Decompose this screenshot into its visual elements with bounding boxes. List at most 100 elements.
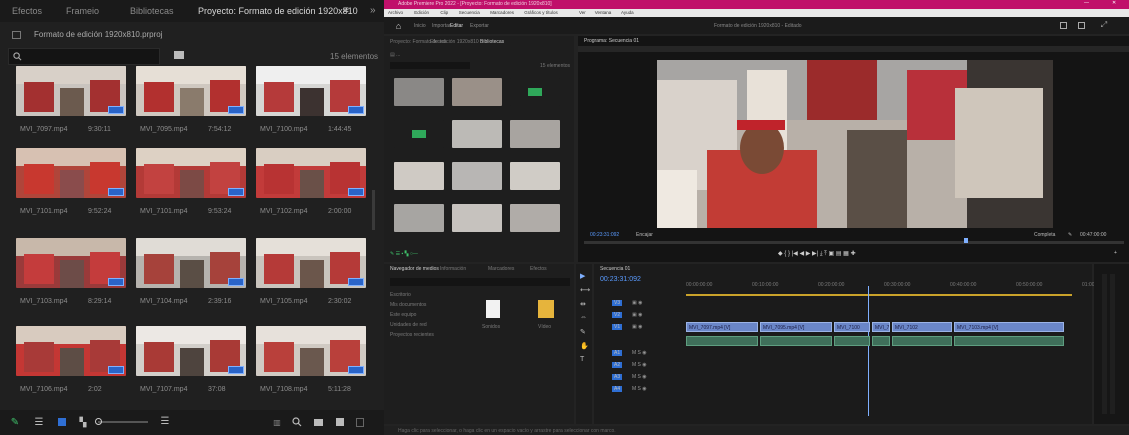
menu-item[interactable]: Clip: [440, 10, 448, 15]
slip-tool-icon[interactable]: ⇔: [580, 314, 587, 321]
workspace-tab[interactable]: Editar: [450, 23, 463, 29]
mini-clip-thumbnail[interactable]: [394, 120, 444, 148]
timeline-video-clip[interactable]: MVI_7095.mp4 [V]: [760, 322, 832, 332]
video-track-header[interactable]: V1 ▣ ◉: [594, 322, 684, 332]
find-icon[interactable]: [292, 417, 302, 427]
track-label[interactable]: V2: [612, 312, 623, 318]
workspace-icon[interactable]: [1060, 22, 1067, 29]
panel-menu-icon[interactable]: ≡: [343, 5, 349, 16]
mini-clip-thumbnail[interactable]: [452, 78, 502, 106]
time-ruler[interactable]: 00:00:00:00 00:10:00:00 00:20:00:00 00:30:0…: [686, 282, 1095, 290]
trash-icon[interactable]: [356, 418, 364, 427]
scrollbar[interactable]: [372, 190, 375, 230]
timeline-audio-clip[interactable]: [686, 336, 758, 346]
clip-name[interactable]: MVI_7100.mp4: [260, 126, 307, 133]
mini-clip-thumbnail[interactable]: [452, 120, 502, 148]
mini-clip-thumbnail[interactable]: [394, 162, 444, 190]
timeline-audio-clip[interactable]: [954, 336, 1064, 346]
menu-item[interactable]: Ver: [579, 10, 586, 15]
clip-thumbnail[interactable]: [256, 66, 366, 116]
track-label[interactable]: A2: [612, 362, 623, 368]
workspace-tab[interactable]: Importar: [432, 23, 451, 29]
mini-clip-thumbnail[interactable]: [510, 162, 560, 190]
folder-icon[interactable]: [314, 419, 323, 426]
timeline-timecode[interactable]: 00:23:31:092: [600, 276, 641, 283]
tab-project[interactable]: Proyecto: Formato de edición 1920x810: [198, 6, 358, 16]
menu-item[interactable]: Gráficos y títulos: [524, 10, 558, 15]
ripple-edit-icon[interactable]: ⇹: [580, 300, 586, 308]
clip-name[interactable]: MVI_7102.mp4: [260, 208, 307, 215]
clip-thumbnail[interactable]: [256, 148, 366, 198]
pen-tool-icon[interactable]: ✎: [580, 328, 586, 336]
settings-icon[interactable]: ✎: [1068, 232, 1072, 238]
track-toggle-icons[interactable]: ▣ ◉: [632, 324, 642, 330]
tab-effects[interactable]: Efectos: [12, 6, 42, 16]
clip-name[interactable]: MVI_7107.mp4: [140, 386, 187, 393]
mini-tab[interactable]: Bibliotecas: [480, 39, 504, 45]
clip-thumbnail[interactable]: [16, 148, 126, 198]
mini-search-input[interactable]: [390, 62, 470, 69]
track-label[interactable]: V1: [612, 324, 623, 330]
folder-video[interactable]: Vídeo: [528, 300, 562, 340]
mini-tab[interactable]: Efectos: [430, 39, 447, 45]
tree-item[interactable]: Proyectos recientes: [390, 332, 434, 338]
monitor-playhead[interactable]: [964, 238, 968, 243]
new-item-icon[interactable]: [336, 418, 344, 426]
clip-name[interactable]: MVI_7104.mp4: [140, 298, 187, 305]
mini-clip-thumbnail[interactable]: [452, 162, 502, 190]
track-toggle-icons[interactable]: ▣ ◉: [632, 300, 642, 306]
clip-thumbnail[interactable]: [136, 66, 246, 116]
media-browser-tab[interactable]: Información: [440, 266, 466, 272]
timeline-audio-clip[interactable]: [760, 336, 832, 346]
mini-clip-thumbnail[interactable]: [510, 120, 560, 148]
clip-name[interactable]: MVI_7103.mp4: [20, 298, 67, 305]
track-label[interactable]: A3: [612, 374, 623, 380]
hand-tool-icon[interactable]: ✋: [580, 342, 589, 350]
track-toggle-icons[interactable]: M S ◉: [632, 362, 647, 368]
clip-name[interactable]: MVI_7095.mp4: [140, 126, 187, 133]
automate-icon[interactable]: ▥: [272, 418, 282, 427]
clip-thumbnail[interactable]: [16, 238, 126, 288]
clip-thumbnail[interactable]: [256, 326, 366, 376]
tree-item[interactable]: Este equipo: [390, 312, 416, 318]
quick-export-icon[interactable]: [1078, 22, 1085, 29]
audio-track-header[interactable]: A2 M S ◉: [594, 360, 684, 370]
audio-track-header[interactable]: A4 M S ◉: [594, 384, 684, 394]
mini-clip-thumbnail[interactable]: [394, 204, 444, 232]
search-input[interactable]: [8, 48, 160, 65]
mini-clip-thumbnail[interactable]: [510, 78, 560, 106]
sort-icon[interactable]: ☰: [160, 416, 170, 427]
new-bin-icon[interactable]: [174, 51, 184, 59]
timeline-video-clip[interactable]: MVI_7103.mp4 [V]: [954, 322, 1064, 332]
clip-name[interactable]: MVI_7106.mp4: [20, 386, 67, 393]
tree-item[interactable]: Mis documentos: [390, 302, 426, 308]
zoom-slider-handle[interactable]: [95, 418, 102, 425]
menu-item[interactable]: Edición: [414, 10, 429, 15]
menu-item[interactable]: Marcadores: [490, 10, 514, 15]
timeline-audio-clip[interactable]: [892, 336, 952, 346]
clip-name[interactable]: MVI_7097.mp4: [20, 126, 67, 133]
video-track-header[interactable]: V2 ▣ ◉: [594, 310, 684, 320]
track-toggle-icons[interactable]: M S ◉: [632, 386, 647, 392]
tab-libraries[interactable]: Bibliotecas: [130, 6, 174, 16]
tree-item[interactable]: Escritorio: [390, 292, 411, 298]
tab-frameio[interactable]: Frameio: [66, 6, 99, 16]
folder-sonidos[interactable]: Sonidos: [476, 300, 510, 340]
track-toggle-icons[interactable]: ▣ ◉: [632, 312, 642, 318]
clip-name[interactable]: MVI_7108.mp4: [260, 386, 307, 393]
overflow-tabs-icon[interactable]: »: [370, 5, 376, 16]
menu-item[interactable]: Ventana: [595, 10, 612, 15]
timeline-video-clip[interactable]: MVI_7101: [872, 322, 890, 332]
freeform-view-icon[interactable]: ▚: [78, 417, 88, 427]
track-toggle-icons[interactable]: M S ◉: [632, 374, 647, 380]
mini-clip-thumbnail[interactable]: [452, 204, 502, 232]
fit-dropdown[interactable]: Encajar: [636, 232, 653, 238]
clip-name[interactable]: MVI_7101.mp4: [140, 208, 187, 215]
track-label[interactable]: A1: [612, 350, 623, 356]
media-browser-tab[interactable]: Efectos: [530, 266, 547, 272]
add-button-icon[interactable]: +: [1114, 250, 1117, 256]
track-toggle-icons[interactable]: M S ◉: [632, 350, 647, 356]
fullscreen-icon[interactable]: ⤢: [1100, 20, 1108, 29]
timeline-audio-clip[interactable]: [872, 336, 890, 346]
track-label[interactable]: V3: [612, 300, 623, 306]
